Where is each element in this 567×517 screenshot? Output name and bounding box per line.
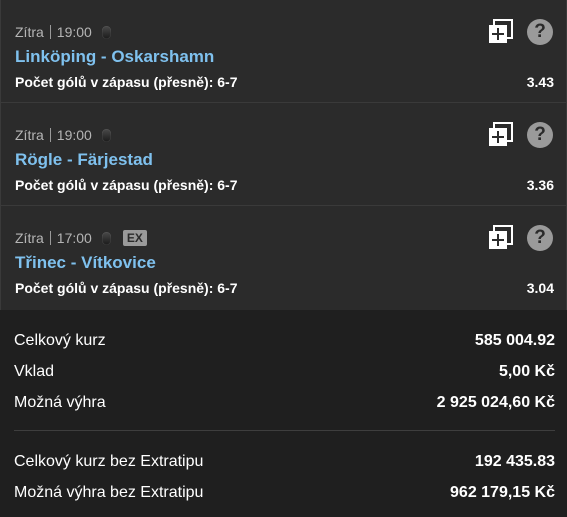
bet-item: Zítra 17:00 EX Třinec - Vítkovice Počet … xyxy=(1,206,566,310)
bet-item: Zítra 19:00 Rögle - Färjestad Počet gólů… xyxy=(1,103,566,206)
possible-win-label: Možná výhra xyxy=(14,393,106,411)
bet-meta: Zítra 19:00 xyxy=(15,22,111,42)
odds-value: 3.36 xyxy=(526,177,554,193)
bet-summary: Celkový kurz 585 004.92 Vklad 5,00 Kč Mo… xyxy=(0,310,567,508)
total-odds-noex-value: 192 435.83 xyxy=(474,452,555,470)
bet-item: Zítra 19:00 Linköping - Oskarshamn Počet… xyxy=(1,0,566,103)
event-day: Zítra xyxy=(15,128,51,142)
bet-meta: Zítra 19:00 xyxy=(15,125,111,145)
bet-meta: Zítra 17:00 EX xyxy=(15,228,147,248)
possible-win-value: 2 925 024,60 Kč xyxy=(436,393,555,411)
event-time: 17:00 xyxy=(56,230,92,246)
summary-section-main: Celkový kurz 585 004.92 Vklad 5,00 Kč Mo… xyxy=(14,310,555,431)
summary-row-stake: Vklad 5,00 Kč xyxy=(14,356,555,387)
match-link[interactable]: Rögle - Färjestad xyxy=(15,150,153,170)
help-icon[interactable]: ? xyxy=(527,19,553,45)
add-copy-icon[interactable] xyxy=(488,19,514,45)
market-text: Počet gólů v zápasu (přesně): 6-7 xyxy=(15,74,238,90)
event-day: Zítra xyxy=(15,231,51,245)
stake-label: Vklad xyxy=(14,362,55,380)
help-icon[interactable]: ? xyxy=(527,122,553,148)
match-link[interactable]: Linköping - Oskarshamn xyxy=(15,47,214,67)
market-text: Počet gólů v zápasu (přesně): 6-7 xyxy=(15,177,238,193)
market-text: Počet gólů v zápasu (přesně): 6-7 xyxy=(15,280,238,296)
win-noex-value: 962 179,15 Kč xyxy=(450,483,555,501)
total-odds-noex-label: Celkový kurz bez Extratipu xyxy=(14,452,204,470)
bet-list: Zítra 19:00 Linköping - Oskarshamn Počet… xyxy=(0,0,567,310)
event-time: 19:00 xyxy=(56,24,92,40)
status-dot-icon xyxy=(101,128,111,142)
event-time: 19:00 xyxy=(56,127,92,143)
summary-row-possible-win: Možná výhra 2 925 024,60 Kč xyxy=(14,387,555,418)
status-dot-icon xyxy=(101,231,111,245)
event-day: Zítra xyxy=(15,25,51,39)
total-odds-label: Celkový kurz xyxy=(14,331,106,349)
odds-value: 3.04 xyxy=(526,280,554,296)
add-copy-icon[interactable] xyxy=(488,122,514,148)
total-odds-value: 585 004.92 xyxy=(474,331,555,349)
summary-row-total-odds-noex: Celkový kurz bez Extratipu 192 435.83 xyxy=(14,446,555,477)
summary-row-win-noex: Možná výhra bez Extratipu 962 179,15 Kč xyxy=(14,477,555,508)
help-icon[interactable]: ? xyxy=(527,225,553,251)
status-dot-icon xyxy=(101,25,111,39)
summary-row-total-odds: Celkový kurz 585 004.92 xyxy=(14,325,555,356)
win-noex-label: Možná výhra bez Extratipu xyxy=(14,483,204,501)
match-link[interactable]: Třinec - Vítkovice xyxy=(15,253,156,273)
summary-section-no-extratip: Celkový kurz bez Extratipu 192 435.83 Mo… xyxy=(14,431,555,508)
odds-value: 3.43 xyxy=(526,74,554,90)
add-copy-icon[interactable] xyxy=(488,225,514,251)
stake-value: 5,00 Kč xyxy=(498,362,555,380)
extratip-badge: EX xyxy=(122,230,147,246)
